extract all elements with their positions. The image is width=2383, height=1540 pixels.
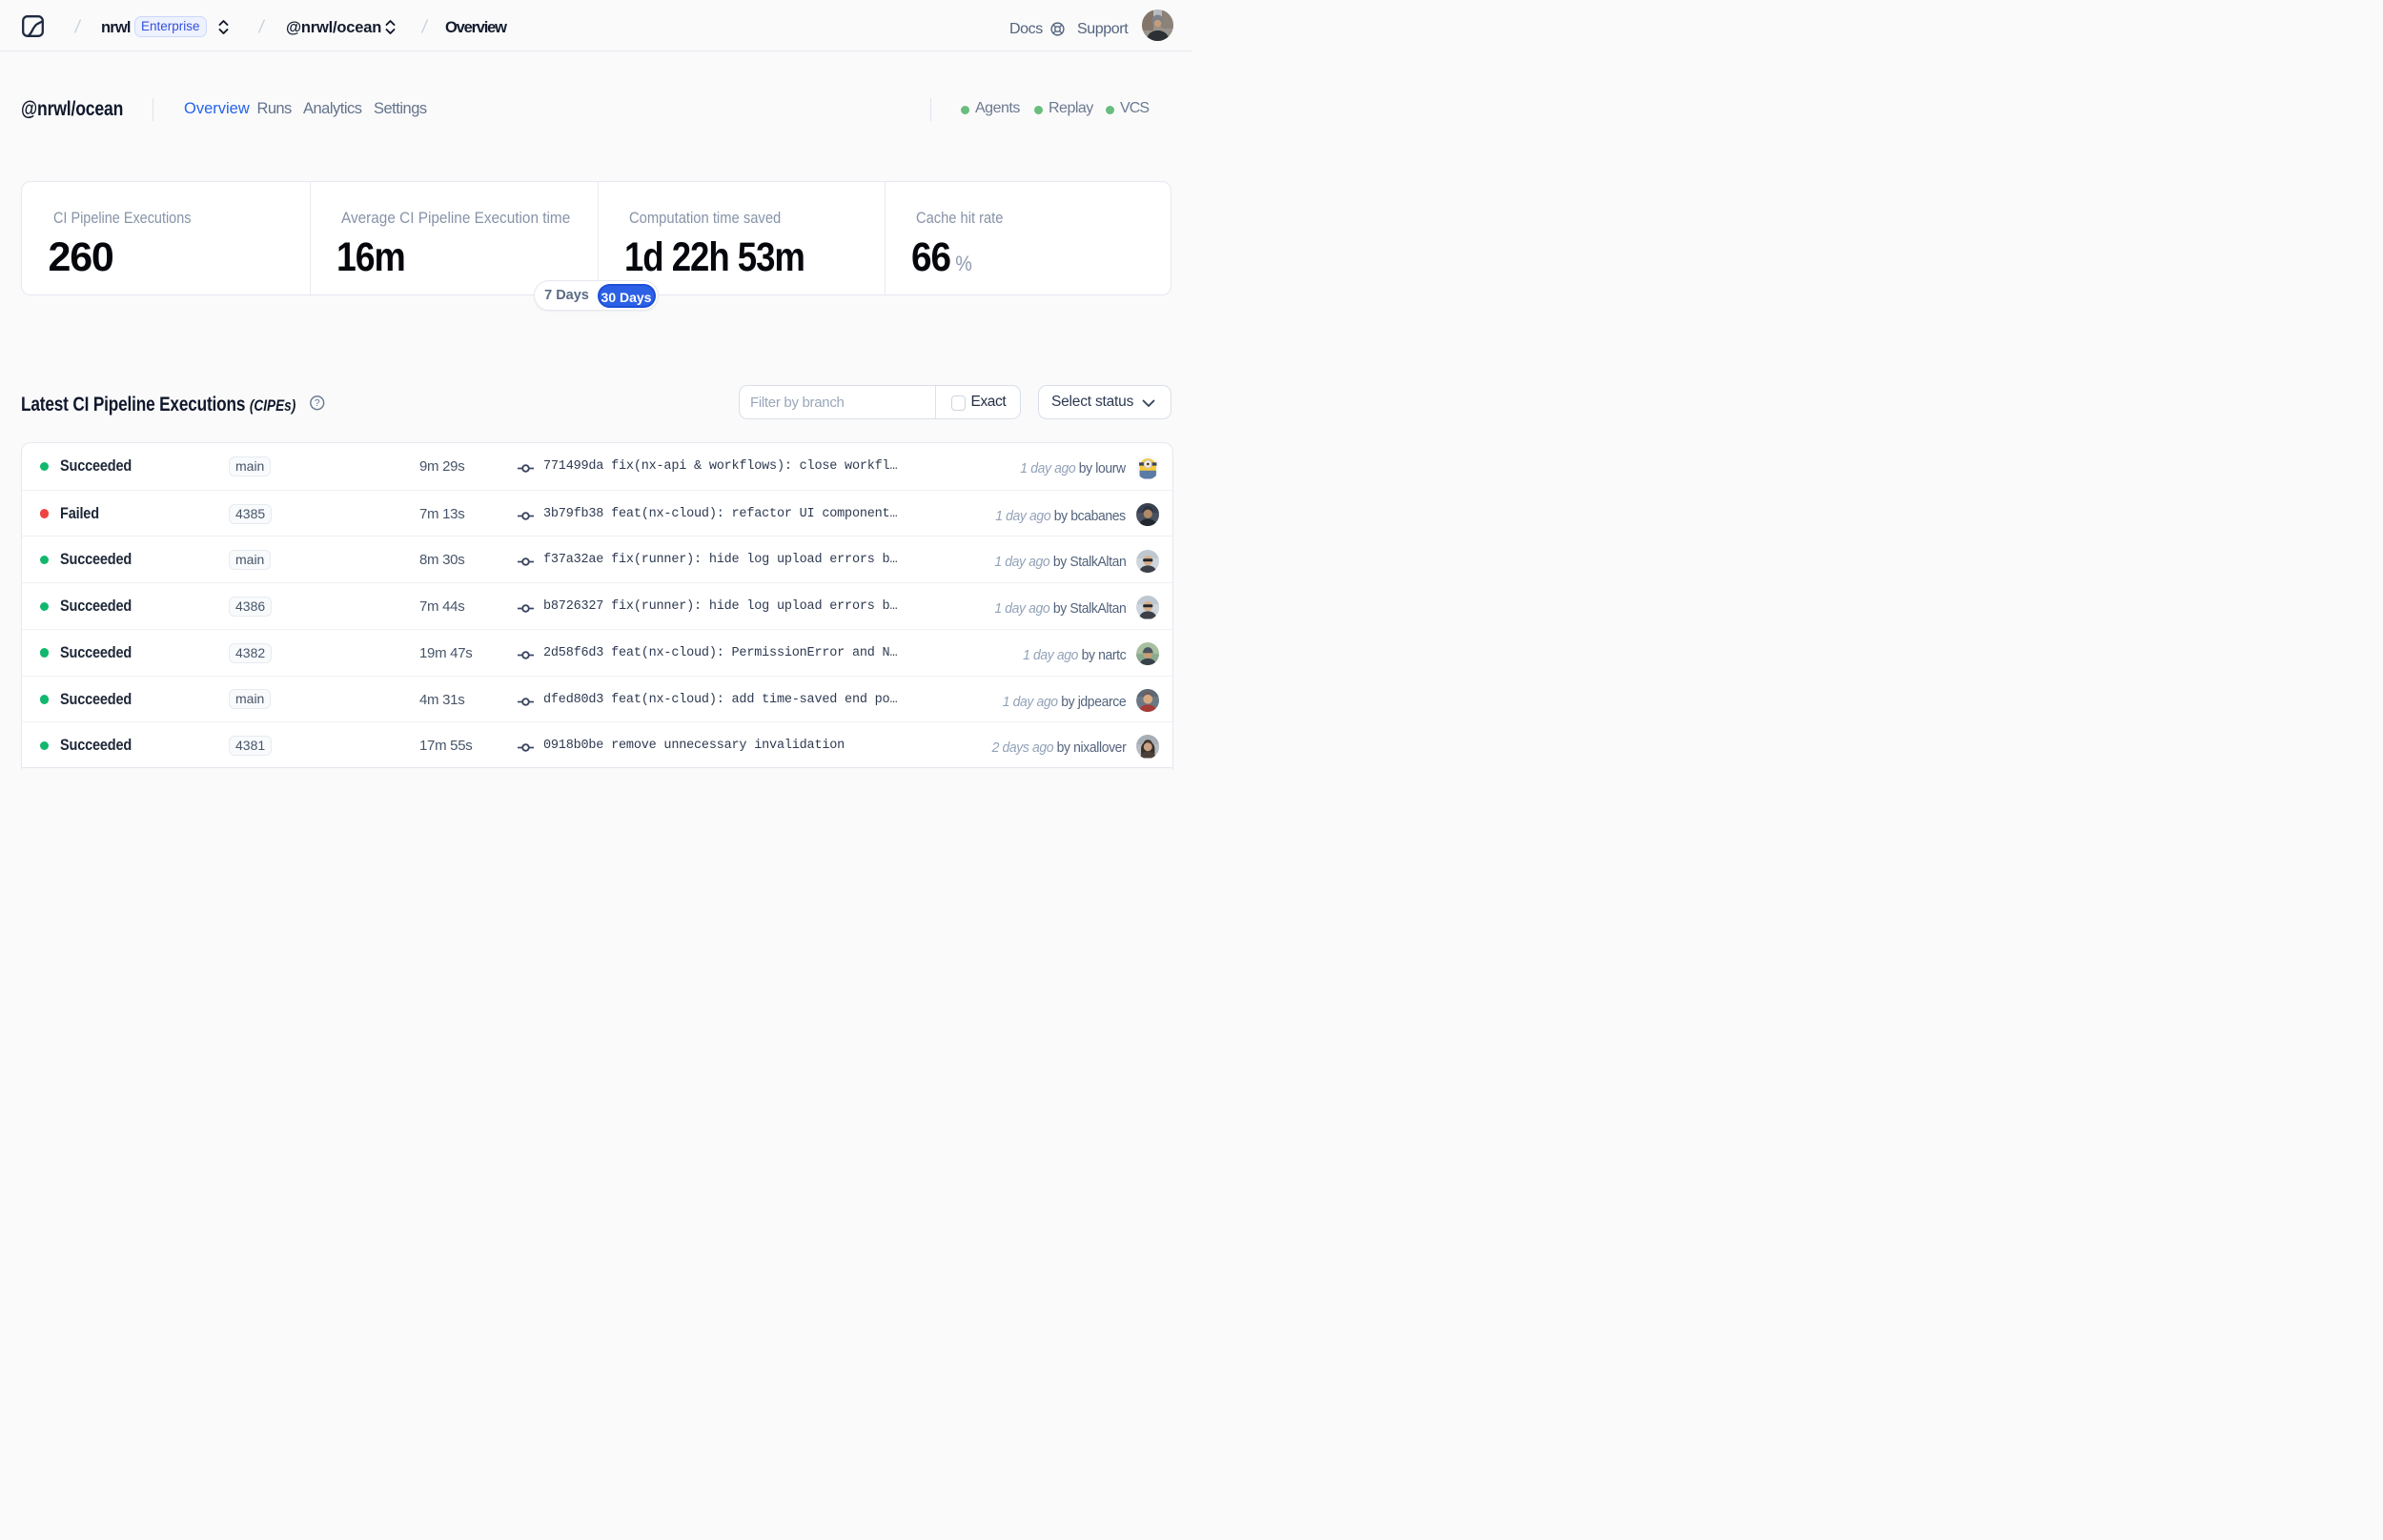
- svg-text:?: ?: [315, 398, 320, 409]
